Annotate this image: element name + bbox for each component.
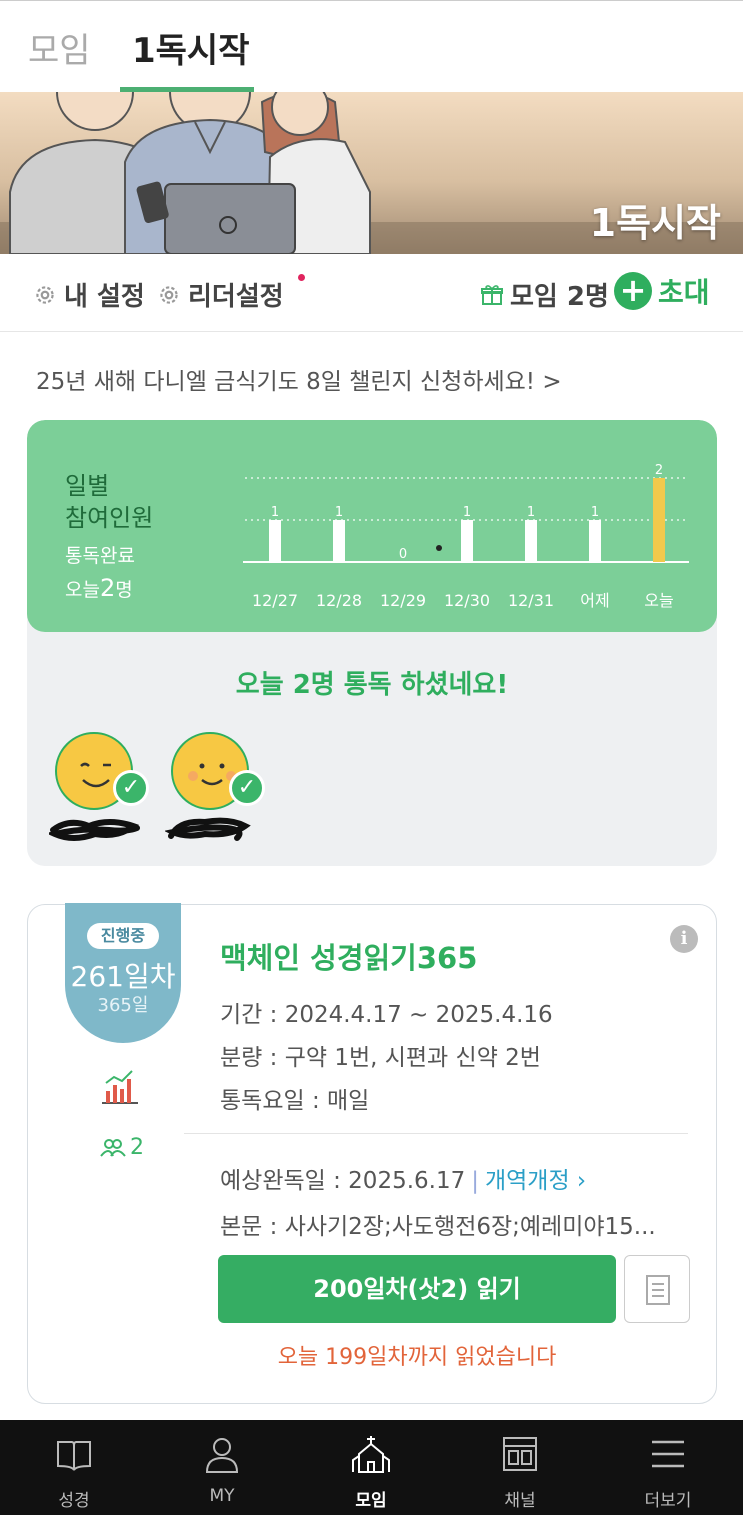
redacted-name xyxy=(165,817,251,841)
chart-data-label: 1 xyxy=(591,505,599,520)
plan-days: 통독요일 : 매일 xyxy=(220,1088,370,1114)
plan-amount: 분량 : 구약 1번, 시편과 신약 2번 xyxy=(220,1045,541,1071)
document-icon xyxy=(646,1275,670,1305)
chart-tick-label: 12/28 xyxy=(316,591,362,610)
plan-members-count: 2 xyxy=(130,1135,144,1160)
invite-button[interactable]: + 초대 xyxy=(614,271,710,311)
chart-tick-label: 12/29 xyxy=(380,591,426,610)
challenge-notice-link[interactable]: 25년 새해 다니엘 금식기도 8일 챌린지 신청하세요! > xyxy=(36,362,562,396)
bar-chart-icon[interactable] xyxy=(100,1067,140,1107)
progress-ribbon: 진행중 261일차 365일 xyxy=(65,903,181,1043)
leader-settings-button[interactable]: 리더설정 xyxy=(156,276,284,313)
church-icon xyxy=(352,1436,390,1473)
chart-bar xyxy=(525,520,537,562)
check-icon: ✓ xyxy=(113,770,149,806)
expected-finish: 예상완독일 : 2025.6.17 xyxy=(220,1168,466,1194)
chart-bar xyxy=(333,520,345,562)
plan-title[interactable]: 맥체인 성경읽기365 xyxy=(220,935,477,977)
daily-participation-chart: 1 12/27 1 12/28 0 12/29 1 12/30 1 12/31 1 어제 2 오늘 xyxy=(243,463,689,610)
reading-plan-card[interactable]: 진행중 261일차 365일 2 i 맥체인 성경읽기365 기간 : 2024… xyxy=(27,903,717,1404)
group-count-label: 모임 2명 xyxy=(510,282,609,312)
chart-bar xyxy=(461,520,473,562)
notification-dot xyxy=(298,274,305,281)
nav-group[interactable]: 모임 xyxy=(297,1420,445,1515)
my-settings-label: 내 설정 xyxy=(64,282,145,312)
person-icon xyxy=(205,1438,239,1473)
read-next-button[interactable]: 200일차(삿2) 읽기 xyxy=(218,1255,616,1323)
nav-label: 더보기 xyxy=(644,1491,692,1511)
chart-bar xyxy=(653,478,665,562)
group-banner: 1독시작 xyxy=(0,92,743,254)
chart-data-label: 1 xyxy=(527,505,535,520)
nav-label: 채널 xyxy=(504,1491,536,1511)
banner-title: 1독시작 xyxy=(589,201,721,245)
bible-icon xyxy=(57,1441,91,1471)
chart-tick-label: 12/27 xyxy=(252,591,298,610)
my-settings-button[interactable]: 내 설정 xyxy=(32,276,145,313)
nav-label: 모임 xyxy=(355,1491,387,1511)
chart-tick-label: 12/31 xyxy=(508,591,554,610)
check-icon: ✓ xyxy=(229,770,265,806)
info-icon[interactable]: i xyxy=(670,925,698,953)
document-button[interactable] xyxy=(624,1255,690,1323)
nav-channel[interactable]: 채널 xyxy=(446,1420,594,1515)
today-read-status: 오늘 199일차까지 읽었습니다 xyxy=(277,1345,557,1370)
chart-tick-label: 12/30 xyxy=(444,591,490,610)
chart-tick-label: 오늘 xyxy=(644,591,673,610)
gear-icon xyxy=(36,285,54,304)
people-icon xyxy=(100,1138,126,1157)
chart-data-label: 1 xyxy=(335,505,343,520)
plus-icon: + xyxy=(614,272,652,310)
group-member-count[interactable]: 모임 2명 xyxy=(480,276,609,313)
today-message: 오늘 2명 통독 하셨네요! xyxy=(235,670,509,700)
tab-group[interactable]: 모임 xyxy=(28,23,91,72)
status-badge: 진행중 xyxy=(87,923,159,949)
chart-data-label: 1 xyxy=(271,505,279,520)
stats-chart-panel: 일별 참여인원 통독완료 오늘2명 1 12/27 1 12/28 0 12/29 1 12/… xyxy=(27,420,717,632)
chart-bar xyxy=(269,520,281,562)
plan-text: 본문 : 사사기2장;사도행전6장;예레미야15... xyxy=(220,1214,656,1240)
plan-members[interactable]: 2 xyxy=(100,1135,144,1160)
invite-label: 초대 xyxy=(658,276,710,309)
chart-data-label: 0 xyxy=(399,547,407,562)
member-avatar[interactable]: ✓ xyxy=(49,732,149,842)
chart-marker xyxy=(436,545,442,551)
chart-bar xyxy=(589,520,601,562)
divider xyxy=(184,1133,688,1134)
nav-label: 성경 xyxy=(58,1491,90,1511)
tab-plan[interactable]: 1독시작 xyxy=(132,23,250,72)
current-day: 261일차 xyxy=(70,960,176,993)
menu-icon xyxy=(652,1440,684,1468)
nav-my[interactable]: MY xyxy=(148,1420,296,1515)
chart-data-label: 2 xyxy=(655,463,663,478)
nav-more[interactable]: 더보기 xyxy=(594,1420,742,1515)
channel-icon xyxy=(503,1437,537,1471)
gear-icon xyxy=(160,285,178,304)
bottom-navigation: 성경 MY 모임 채널 더보기 xyxy=(0,1420,743,1515)
nav-label: MY xyxy=(209,1486,235,1506)
leader-settings-label: 리더설정 xyxy=(188,282,284,312)
nav-bible[interactable]: 성경 xyxy=(0,1420,148,1515)
redacted-name xyxy=(49,819,140,841)
bible-version-link[interactable]: 개역개정 › xyxy=(485,1168,586,1194)
total-days: 365일 xyxy=(97,995,149,1016)
expected-finish-row: 예상완독일 : 2025.6.17 | 개역개정 › xyxy=(220,1168,587,1194)
chart-tick-label: 어제 xyxy=(580,591,609,610)
top-tab-bar: 모임 1독시작 xyxy=(0,0,743,92)
settings-row: 내 설정 리더설정 모임 2명 + 초대 xyxy=(0,254,743,332)
plan-period: 기간 : 2024.4.17 ~ 2025.4.16 xyxy=(220,1002,553,1028)
gift-icon xyxy=(481,284,503,305)
member-avatar[interactable]: ✓ xyxy=(165,732,265,842)
daily-stats-card: 일별 참여인원 통독완료 오늘2명 1 12/27 1 12/28 0 12/29 1 12/… xyxy=(27,420,717,866)
chart-data-label: 1 xyxy=(463,505,471,520)
